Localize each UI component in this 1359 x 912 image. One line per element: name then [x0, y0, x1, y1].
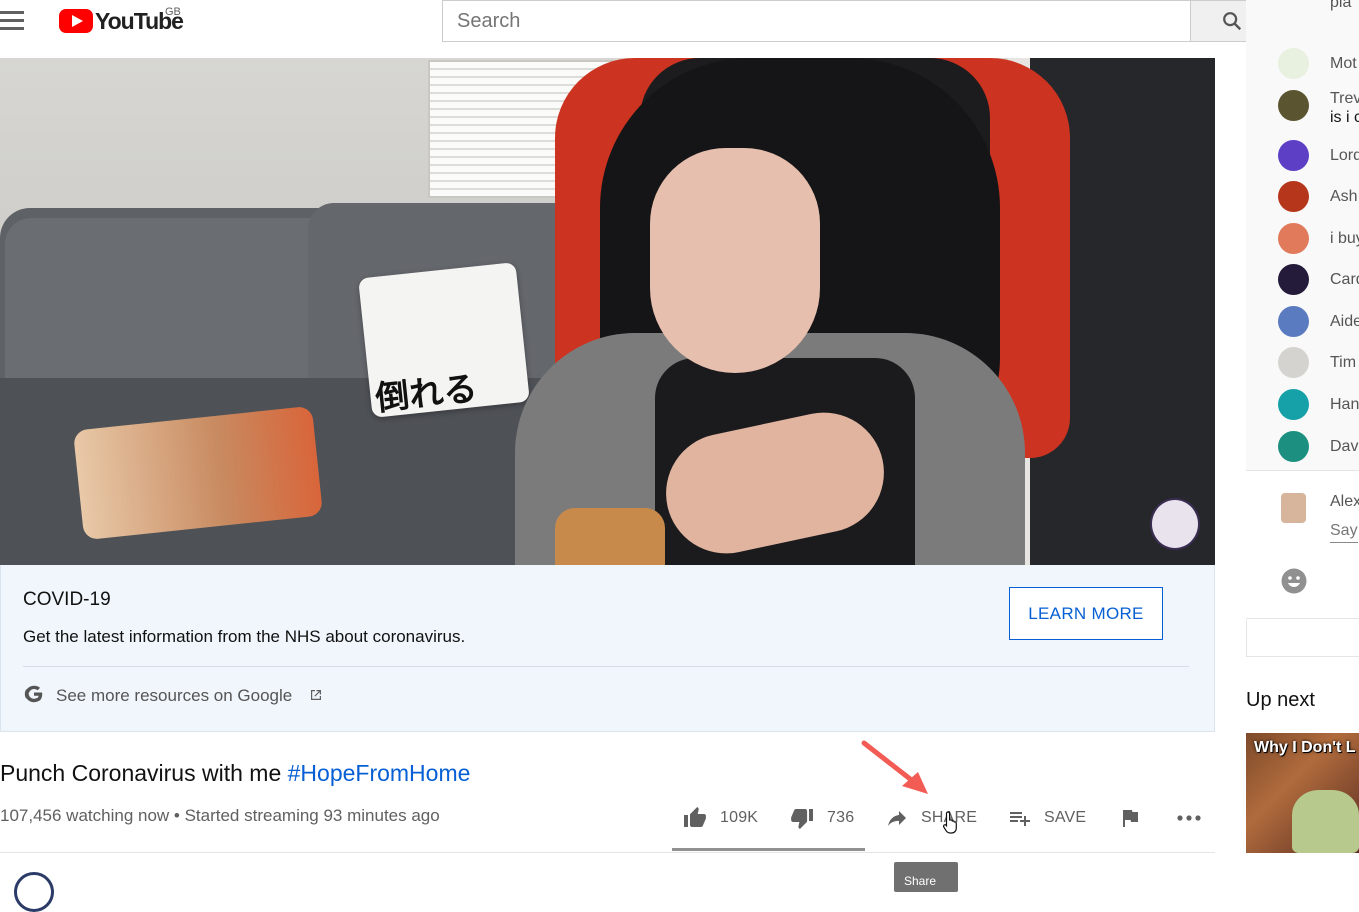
hashtag-link[interactable]: #HopeFromHome — [288, 760, 471, 786]
covid-title: COVID-19 — [23, 589, 111, 610]
chat-avatar[interactable] — [1278, 181, 1309, 212]
covid-info-panel: COVID-19 Get the latest information from… — [0, 565, 1215, 732]
more-horizontal-icon — [1177, 815, 1201, 821]
divider — [23, 666, 1189, 667]
scene-person-face — [650, 148, 820, 373]
playlist-add-icon — [1010, 812, 1030, 826]
covid-text: Get the latest information from the NHS … — [23, 627, 466, 646]
up-next-heading: Up next — [1246, 689, 1315, 711]
chat-partial-text: pla — [1330, 0, 1352, 11]
dislike-button[interactable]: 736 — [789, 795, 854, 841]
chat-author[interactable]: i buy — [1330, 230, 1359, 248]
channel-avatar[interactable] — [14, 872, 54, 912]
search-icon — [1223, 12, 1242, 31]
chat-author[interactable]: Tim — [1330, 354, 1356, 372]
video-player[interactable]: 倒れる — [0, 58, 1215, 565]
divider — [1246, 618, 1359, 619]
thumbs-down-icon — [791, 809, 813, 829]
red-arrow-annotation — [861, 740, 928, 794]
chat-message: Lord — [1278, 140, 1359, 172]
chat-input-field[interactable]: Say — [1330, 522, 1358, 543]
thumbnail-title: Why I Don't L — [1254, 739, 1356, 756]
share-arrow-icon — [888, 811, 906, 826]
search-box[interactable] — [442, 0, 1191, 42]
dislike-count: 736 — [827, 809, 855, 826]
chat-message: Card — [1278, 264, 1359, 296]
chat-author[interactable]: Card — [1330, 271, 1359, 289]
scene-burrito — [555, 508, 665, 565]
chat-author[interactable]: Mot — [1330, 55, 1357, 73]
flag-icon — [1123, 810, 1138, 827]
chat-avatar[interactable] — [1278, 140, 1309, 171]
chat-author[interactable]: Aide — [1330, 313, 1359, 331]
save-label: SAVE — [1044, 809, 1087, 826]
logo-region: GB — [165, 6, 181, 18]
chat-input-author: Alex — [1330, 493, 1359, 510]
chat-avatar[interactable] — [1278, 431, 1309, 462]
chat-message: Tim — [1278, 347, 1359, 379]
chat-author[interactable]: Ash — [1330, 188, 1358, 206]
channel-watermark[interactable] — [1150, 498, 1200, 550]
search-input[interactable] — [443, 1, 1191, 41]
like-dislike-ratio-bar — [672, 848, 865, 851]
thumbs-up-icon — [684, 807, 706, 827]
external-link-icon — [311, 690, 321, 700]
chat-message: Dav — [1278, 431, 1359, 463]
chat-message: Ash — [1278, 181, 1359, 213]
video-title-text: Punch Coronavirus with me — [0, 760, 288, 786]
chat-message: Mot — [1278, 48, 1359, 80]
like-button[interactable]: 109K — [682, 795, 758, 841]
youtube-play-icon — [59, 9, 93, 33]
chat-avatar[interactable] — [1278, 389, 1309, 420]
chat-avatar[interactable] — [1278, 347, 1309, 378]
divider — [0, 852, 1215, 853]
google-icon — [24, 685, 43, 703]
chat-author[interactable]: Lord — [1330, 147, 1359, 165]
chat-author[interactable]: Han — [1330, 396, 1359, 414]
more-actions-button[interactable] — [1176, 795, 1214, 841]
report-button[interactable] — [1118, 795, 1154, 841]
save-button[interactable]: SAVE — [1008, 795, 1086, 841]
see-more-link[interactable]: See more resources on Google — [56, 686, 292, 706]
share-tooltip: Share — [894, 862, 958, 892]
emoji-icon[interactable] — [1280, 567, 1308, 595]
chat-message: Trev is i c — [1278, 90, 1359, 126]
chat-avatar[interactable] — [1278, 48, 1309, 79]
chat-message-text: is i c — [1330, 109, 1359, 126]
like-count: 109K — [720, 809, 759, 826]
chat-message: i buy — [1278, 223, 1359, 255]
learn-more-button[interactable]: LEARN MORE — [1009, 587, 1163, 640]
view-info: 107,456 watching now • Started streaming… — [0, 806, 440, 825]
chat-avatar[interactable] — [1278, 264, 1309, 295]
chat-author[interactable]: Trev — [1330, 90, 1359, 108]
hand-cursor-icon — [942, 811, 957, 834]
chat-avatar[interactable] — [1278, 306, 1309, 337]
chat-message: Han — [1278, 389, 1359, 421]
chat-author[interactable]: Dav — [1330, 438, 1358, 456]
menu-button[interactable] — [0, 8, 28, 34]
chat-message: Aide — [1278, 306, 1359, 338]
user-avatar — [1281, 493, 1306, 523]
chat-avatar[interactable] — [1278, 223, 1309, 254]
thumbnail-character — [1292, 790, 1359, 853]
chat-avatar[interactable] — [1278, 90, 1309, 121]
video-title: Punch Coronavirus with me #HopeFromHome — [0, 760, 470, 787]
